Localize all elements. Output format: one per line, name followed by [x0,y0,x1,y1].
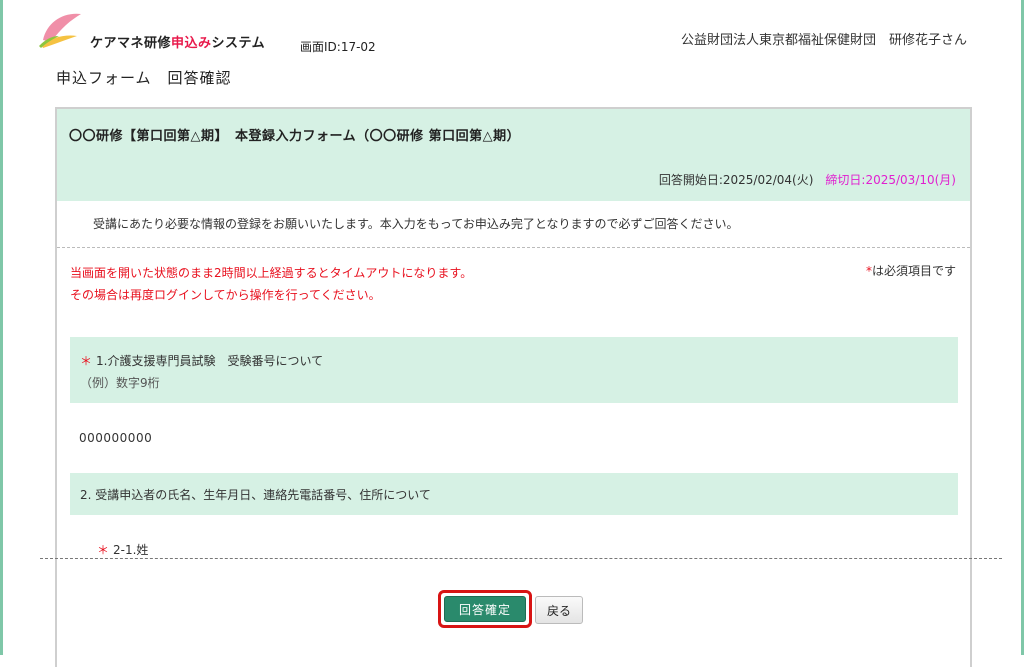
scroll-cut-divider [40,558,1002,559]
confirm-answer-button[interactable]: 回答確定 [444,596,526,622]
org-user-label: 公益財団法人東京都福祉保健財団 研修花子さん [680,33,967,48]
question-2-1-text: 2-1.姓 [113,543,149,557]
deadline-date: 締切日:2025/03/10(月) [825,173,956,187]
question-1-example: （例）数字9桁 [80,376,160,390]
intro-text: 受講にあたり必要な情報の登録をお願いいたします。本入力をもってお申込み完了となり… [93,217,739,231]
back-button[interactable]: 戻る [535,596,583,624]
app-title-prefix: ケアマネ研修 [90,36,172,51]
required-note: *は必須項目です [866,262,956,279]
app-title-highlight: 申込み [171,36,212,51]
required-note-text: は必須項目です [871,264,956,278]
app-title-suffix: システム [211,36,266,51]
form-panel: 〇〇研修【第口回第△期】 本登録入力フォーム（〇〇研修 第口回第△期） 回答開始… [55,107,972,667]
form-header: 〇〇研修【第口回第△期】 本登録入力フォーム（〇〇研修 第口回第△期） 回答開始… [57,109,970,201]
question-2-label: 2. 受講申込者の氏名、生年月日、連絡先電話番号、住所について [80,488,431,502]
question-1-text: 1.介護支援専門員試験 受験番号について [96,354,324,368]
form-title: 〇〇研修【第口回第△期】 本登録入力フォーム（〇〇研修 第口回第△期） [69,129,521,144]
question-1: ＊ 1.介護支援専門員試験 受験番号について （例）数字9桁 [70,337,958,403]
app-title: ケアマネ研修申込みシステム [90,32,265,51]
question-2: 2. 受講申込者の氏名、生年月日、連絡先電話番号、住所について [70,473,958,515]
question-2-1-label: ＊ 2-1.姓 [97,541,148,558]
confirm-button-highlight: 回答確定 [438,590,532,628]
app-logo-icon [39,13,81,48]
question-1-label: ＊ 1.介護支援専門員試験 受験番号について [80,352,323,369]
form-dates: 回答開始日:2025/02/04(火) 締切日:2025/03/10(月) [659,171,956,188]
timeout-warning: 当画面を開いた状態のまま2時間以上経過するとタイムアウトになります。 その場合は… [70,262,472,306]
page-title: 申込フォーム 回答確認 [56,69,232,87]
intro-section: 受講にあたり必要な情報の登録をお願いいたします。本入力をもってお申込み完了となり… [57,201,970,248]
required-star: ＊ [80,354,93,368]
timeout-warning-line2: その場合は再度ログインしてから操作を行ってください。 [70,288,381,302]
timeout-warning-line1: 当画面を開いた状態のまま2時間以上経過するとタイムアウトになります。 [70,266,473,280]
question-1-answer: 000000000 [79,431,153,445]
start-date: 回答開始日:2025/02/04(火) [658,173,814,187]
required-star: ＊ [97,543,110,557]
window-frame: ケアマネ研修申込みシステム 画面ID:17-02 公益財団法人東京都福祉保健財団… [0,0,1024,667]
screen-id: 画面ID:17-02 [300,40,376,54]
